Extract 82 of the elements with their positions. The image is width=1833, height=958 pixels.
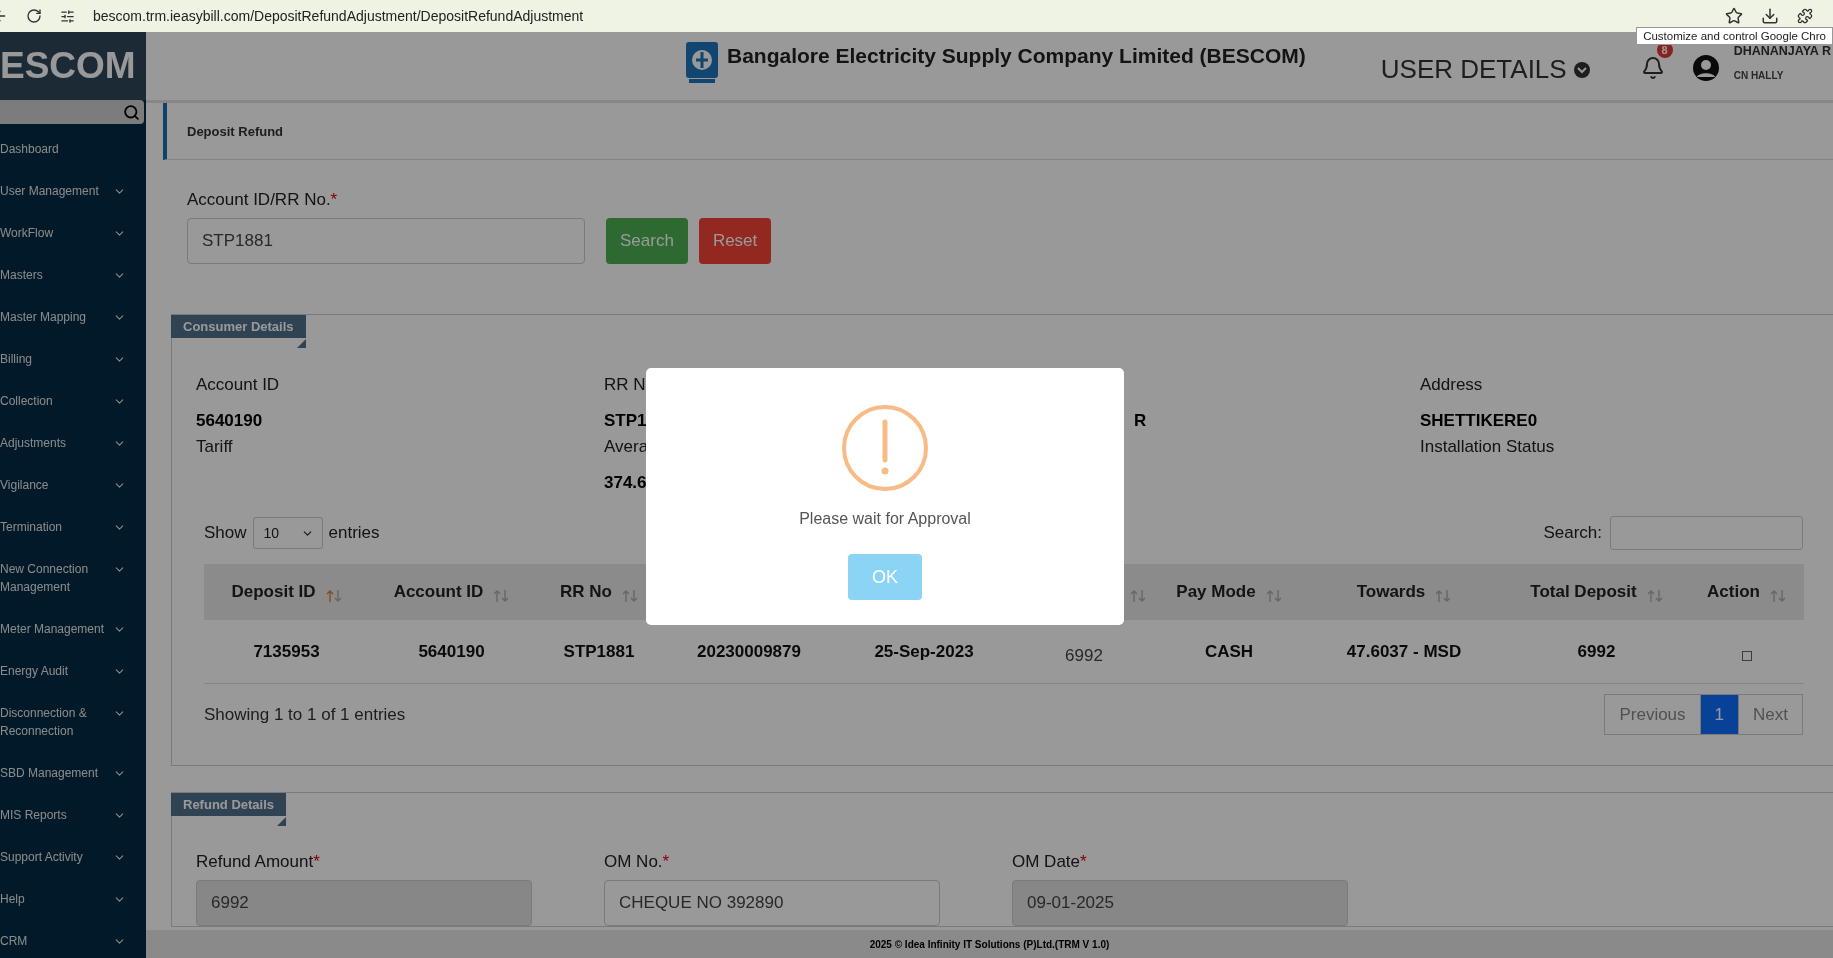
table-cell: 5640190 xyxy=(369,620,534,684)
sidebar-item[interactable]: Vigilance xyxy=(0,464,146,506)
detail-value: 374.6 xyxy=(604,472,648,494)
pagination-button[interactable]: Next xyxy=(1738,694,1803,735)
sidebar-item[interactable]: SBD Management xyxy=(0,752,146,794)
sidebar-item[interactable]: Dashboard xyxy=(0,128,146,170)
sidebar-item[interactable]: Energy Audit xyxy=(0,650,146,692)
search-label: Search: xyxy=(1543,523,1602,543)
table-cell: 7135953 xyxy=(204,620,369,684)
bell-icon[interactable] xyxy=(1640,56,1665,80)
table-info: Showing 1 to 1 of 1 entries xyxy=(204,704,406,725)
sidebar-item[interactable]: Disconnection & Reconnection xyxy=(0,692,146,752)
section-title: Refund Details xyxy=(171,793,286,816)
footer-text: 2025 © Idea Infinity IT Solutions (P)Ltd.(TRM V 1.0) xyxy=(146,930,1833,958)
row-checkbox[interactable] xyxy=(1741,650,1752,661)
column-header[interactable]: Account ID xyxy=(369,564,534,620)
company-title: Bangalore Electricity Supply Company Limited (BESCOM) xyxy=(727,44,1306,68)
sidebar-item[interactable]: Meter Management xyxy=(0,608,146,650)
detail-label: Installation Status xyxy=(1420,436,1556,458)
field-label: Refund Amount* xyxy=(196,852,321,872)
pagination-button[interactable]: Previous xyxy=(1604,694,1701,735)
sidebar-search-field[interactable] xyxy=(0,100,144,124)
sidebar-item[interactable]: MIS Reports xyxy=(0,794,146,836)
site-info-icon[interactable] xyxy=(60,8,75,24)
sidebar-item[interactable]: Master Mapping xyxy=(0,296,146,338)
column-header[interactable]: Towards xyxy=(1304,564,1504,620)
column-header[interactable]: Deposit ID xyxy=(204,564,369,620)
input-field[interactable]: CHEQUE NO 392890 xyxy=(604,880,940,926)
sidebar-item[interactable]: Support Activity xyxy=(0,836,146,878)
sidebar-item[interactable]: New Connection Management xyxy=(0,548,146,608)
reset-button[interactable]: Reset xyxy=(698,218,772,264)
table-cell: 47.6037 - MSD xyxy=(1304,620,1504,684)
search-icon[interactable] xyxy=(123,103,140,121)
sidebar-item[interactable]: WorkFlow xyxy=(0,212,146,254)
detail-value: 5640190 xyxy=(196,410,264,432)
entries-label: entries xyxy=(328,523,380,543)
download-icon[interactable] xyxy=(1761,7,1779,25)
column-header[interactable]: Action xyxy=(1689,564,1804,620)
user-name: DHANANJAYA R xyxy=(1733,44,1831,58)
sidebar-item[interactable]: CRM xyxy=(0,920,146,958)
dialog-message: Please wait for Approval xyxy=(799,510,971,528)
entries-select[interactable]: 10 xyxy=(252,517,323,549)
show-label: Show xyxy=(204,523,247,543)
sort-icon[interactable] xyxy=(325,589,342,603)
sidebar-item[interactable]: Collection xyxy=(0,380,146,422)
table-cell: CASH xyxy=(1154,620,1304,684)
extension-icon[interactable] xyxy=(1797,8,1813,24)
sidebar-item[interactable]: Help xyxy=(0,878,146,920)
column-header[interactable]: Total Deposit xyxy=(1504,564,1689,620)
sidebar-item[interactable]: User Management xyxy=(0,170,146,212)
field-label: OM No.* xyxy=(604,852,671,872)
sidebar-item[interactable]: Billing xyxy=(0,338,146,380)
user-location: CN HALLY xyxy=(1733,70,1785,81)
user-details-dropdown[interactable]: USER DETAILS xyxy=(1380,54,1591,85)
table-cell: 6992 xyxy=(1504,620,1689,684)
account-input-field[interactable]: STP1881 xyxy=(187,218,585,264)
field-label: OM Date* xyxy=(1012,852,1088,872)
column-header[interactable]: Pay Mode xyxy=(1154,564,1304,620)
reload-icon[interactable] xyxy=(26,8,42,24)
sidebar-item[interactable]: Adjustments xyxy=(0,422,146,464)
field-label: Account ID/RR No.* xyxy=(187,190,339,210)
logo-text: ESCOM xyxy=(0,45,136,87)
tab-corner-mark xyxy=(296,339,306,348)
detail-label: Address xyxy=(1420,374,1484,396)
warning-icon xyxy=(841,404,929,492)
sidebar-item[interactable]: Masters xyxy=(0,254,146,296)
chevron-circle-icon xyxy=(1572,60,1591,79)
tooltip: Customize and control Google Chro xyxy=(1636,27,1833,45)
detail-label: Tariff xyxy=(196,436,234,458)
breadcrumb: Deposit Refund xyxy=(163,103,1833,160)
detail-label: RR N xyxy=(604,374,647,396)
avatar-icon[interactable] xyxy=(1691,54,1720,82)
bookmark-star-icon[interactable] xyxy=(1725,7,1743,25)
tab-corner-mark xyxy=(277,817,286,826)
detail-value: STP1 xyxy=(604,410,648,432)
table-search-field[interactable] xyxy=(1610,516,1803,550)
detail-label: Account ID xyxy=(196,374,281,396)
pagination-button[interactable]: 1 xyxy=(1699,694,1740,735)
sidebar-item[interactable]: Termination xyxy=(0,506,146,548)
detail-value: SHETTIKERE0 xyxy=(1420,410,1539,432)
section-title: Consumer Details xyxy=(171,315,306,338)
detail-value: R xyxy=(1133,410,1148,432)
